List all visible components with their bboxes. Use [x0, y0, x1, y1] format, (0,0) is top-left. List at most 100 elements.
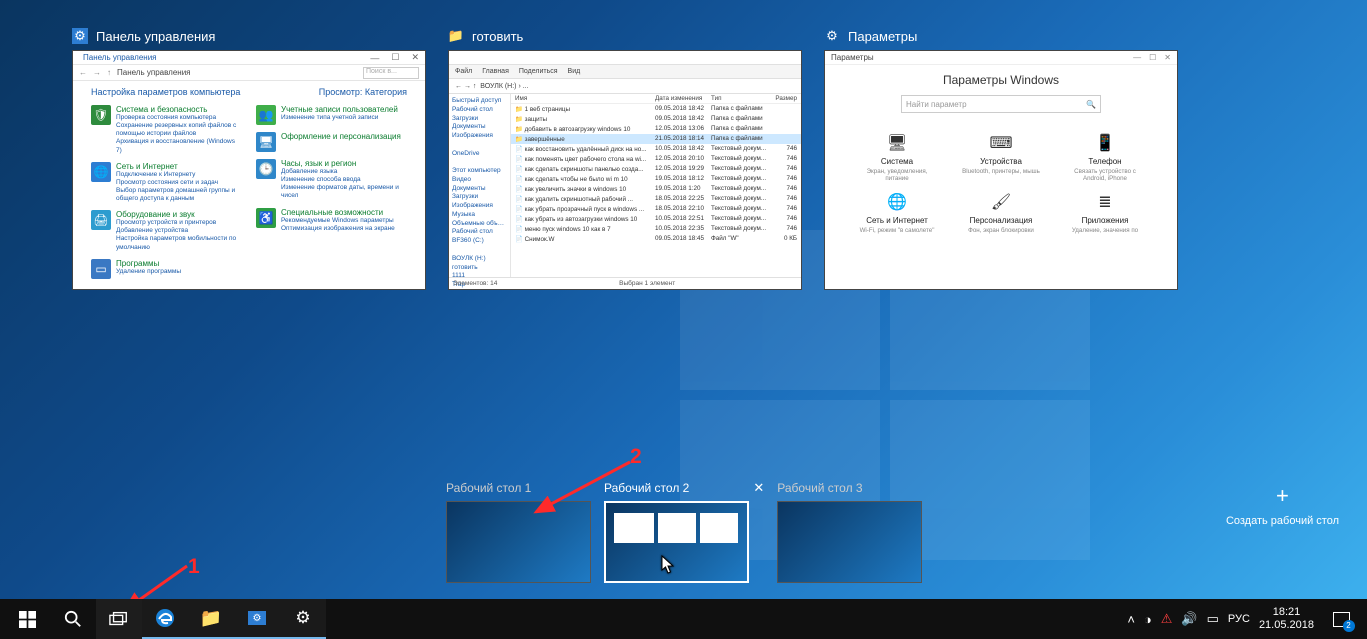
file-row: 📄 как сделать скриншоты панелью созда...…: [511, 164, 801, 174]
ribbon-tab: Поделиться: [519, 68, 558, 75]
search-button[interactable]: [50, 599, 96, 639]
taskbar: 📁 ⚙ ⚙ ˄ ◑ ⚠ 🔊 ▭ РУС 18:21 21.05.2018 2: [0, 599, 1367, 639]
tray-language[interactable]: РУС: [1228, 613, 1250, 625]
chrome-title: Панель управления: [83, 53, 157, 62]
sidebar-item: Изображения: [452, 132, 507, 141]
file-row: 📄 как убрать из автозагрузки windows 101…: [511, 214, 801, 224]
minimize-icon: —: [1133, 53, 1141, 62]
desktop-thumbnail: [777, 501, 922, 583]
window-preview: Панель управления — ☐ ✕ ← → ↑ Панель упр…: [72, 50, 426, 290]
file-row: 📁 защиты09.05.2018 18:42Папка с файлами: [511, 114, 801, 124]
status-selection: Выбран 1 элемент: [619, 280, 675, 287]
file-row: 📄 Снимок.W09.05.2018 18:45Файл "W"0 КБ: [511, 234, 801, 244]
sidebar-item: Загрузки: [452, 115, 507, 124]
taskbar-app-control-panel[interactable]: ⚙: [234, 599, 280, 639]
cp-category: 🛡Система и безопасностьПроверка состояни…: [91, 105, 242, 155]
virtual-desktop[interactable]: Рабочий стол 2✕: [604, 479, 764, 583]
tray-chevron-up-icon[interactable]: ˄: [1127, 612, 1135, 627]
sidebar-item: Документы: [452, 185, 507, 194]
cp-category: 🕒Часы, язык и регионДобавление языкаИзме…: [256, 159, 407, 201]
file-row: 📁 завершённые21.05.2018 18:14Папка с фай…: [511, 134, 801, 144]
settings-category: ⌨УстройстваBluetooth, принтеры, мышь: [959, 131, 1043, 182]
plus-icon: +: [1276, 483, 1289, 509]
window-title: Параметры: [848, 29, 917, 44]
new-desktop-button[interactable]: + Создать рабочий стол: [1226, 483, 1339, 527]
window-thumb-control-panel[interactable]: ⚙ Панель управления Панель управления — …: [72, 28, 426, 290]
settings-search: Найти параметр 🔍: [901, 95, 1101, 113]
desktop-label: Рабочий стол 3: [777, 481, 862, 495]
column-header: Дата изменения: [655, 95, 707, 102]
file-row: 📄 как восстановить удалённый диск на но.…: [511, 144, 801, 154]
action-center-button[interactable]: 2: [1323, 599, 1359, 639]
start-button[interactable]: [4, 599, 50, 639]
cp-category: 👥Учетные записи пользователейИзменение т…: [256, 105, 407, 125]
file-row: 📁 добавить в автозагрузку windows 1012.0…: [511, 124, 801, 134]
up-icon: ↑: [107, 68, 111, 77]
file-row: 📄 как удалить скриншотный рабочий ...18.…: [511, 194, 801, 204]
column-header: Размер: [773, 95, 797, 102]
taskbar-app-edge[interactable]: [142, 599, 188, 639]
tray-network-icon[interactable]: ⚠: [1161, 611, 1173, 627]
sidebar-item: Видео: [452, 176, 507, 185]
virtual-desktop[interactable]: Рабочий стол 1: [446, 479, 591, 583]
file-row: 📄 как увеличить значки в windows 1019.05…: [511, 184, 801, 194]
new-desktop-label: Создать рабочий стол: [1226, 515, 1339, 527]
file-row: 📄 меню пуск windows 10 как в 710.05.2018…: [511, 224, 801, 234]
forward-icon: →: [464, 83, 471, 90]
tray-location-icon[interactable]: ◑: [1144, 612, 1152, 627]
sidebar-item: [452, 158, 507, 167]
desktop-thumbnail: [604, 501, 749, 583]
virtual-desktop-strip: Рабочий стол 1 Рабочий стол 2✕ Рабочий сто…: [0, 479, 1367, 589]
breadcrumb: Панель управления: [117, 68, 191, 77]
cp-category: 🖥Оформление и персонализация: [256, 132, 407, 152]
clock-time: 18:21: [1273, 606, 1301, 619]
tray-battery-icon[interactable]: ▭: [1207, 611, 1219, 627]
clock-date: 21.05.2018: [1259, 619, 1314, 632]
settings-category: 🖌ПерсонализацияФон, экран блокировки: [959, 190, 1043, 234]
file-row: 📄 как убрать прозрачный пуск в windows .…: [511, 204, 801, 214]
taskbar-app-explorer[interactable]: 📁: [188, 599, 234, 639]
desktop-label: Рабочий стол 1: [446, 481, 531, 495]
chrome-title: Параметры: [831, 53, 874, 62]
annotation-number-2: 2: [630, 445, 642, 469]
minimize-icon: —: [370, 53, 379, 63]
gear-icon: ⚙: [295, 608, 310, 628]
window-preview: ФайлГлавнаяПоделитьсяВид ← → ↑ ВОУЛК (H:…: [448, 50, 802, 290]
window-thumb-explorer[interactable]: 📁 готовить ФайлГлавнаяПоделитьсяВид ← → …: [448, 28, 802, 290]
file-row: 📁 1 веб страницы09.05.2018 18:42Папка с …: [511, 104, 801, 114]
close-icon: ✕: [411, 52, 419, 63]
back-icon: ←: [79, 68, 87, 77]
desktop-thumbnail: [446, 501, 591, 583]
window-title: Панель управления: [96, 29, 215, 44]
sidebar-item: Документы: [452, 123, 507, 132]
sidebar-item: [452, 246, 507, 255]
cp-heading: Настройка параметров компьютера: [91, 87, 240, 97]
window-title: готовить: [472, 29, 523, 44]
window-thumb-settings[interactable]: ⚙ Параметры Параметры —☐✕ Параметры Wind…: [824, 28, 1178, 290]
tray-clock[interactable]: 18:21 21.05.2018: [1259, 606, 1314, 631]
settings-category: 🌐Сеть и ИнтернетWi-Fi, режим "в самолете…: [855, 190, 939, 234]
close-desktop-button[interactable]: ✕: [753, 480, 764, 496]
control-panel-icon: ⚙: [72, 28, 88, 44]
cp-category: 🌐Сеть и ИнтернетПодключение к ИнтернетуП…: [91, 162, 242, 204]
tray-volume-icon[interactable]: 🔊: [1181, 611, 1197, 627]
column-header: Тип: [711, 95, 769, 102]
notif-badge: 2: [1343, 620, 1355, 632]
virtual-desktop[interactable]: Рабочий стол 3: [777, 479, 922, 583]
cp-category: 🖨Оборудование и звукПросмотр устройств и…: [91, 210, 242, 252]
sidebar-item: готовить: [452, 264, 507, 273]
column-header: Имя: [515, 95, 651, 102]
search-input: Поиск в...: [363, 67, 419, 79]
ribbon-tab: Файл: [455, 68, 472, 75]
sidebar-item: OneDrive: [452, 150, 507, 159]
task-view-button[interactable]: [96, 599, 142, 639]
up-icon: ↑: [473, 83, 477, 90]
file-row: 📄 как поменять цвет рабочего стола на wi…: [511, 154, 801, 164]
sidebar-item: Изображения: [452, 202, 507, 211]
sidebar-item: BF360 (C:): [452, 237, 507, 246]
settings-category: ≣ПриложенияУдаление, значения по: [1063, 190, 1147, 234]
sidebar-item: Рабочий стол: [452, 228, 507, 237]
cursor-icon: [661, 555, 675, 575]
taskbar-app-settings[interactable]: ⚙: [280, 599, 326, 639]
sidebar-item: Этот компьютер: [452, 167, 507, 176]
